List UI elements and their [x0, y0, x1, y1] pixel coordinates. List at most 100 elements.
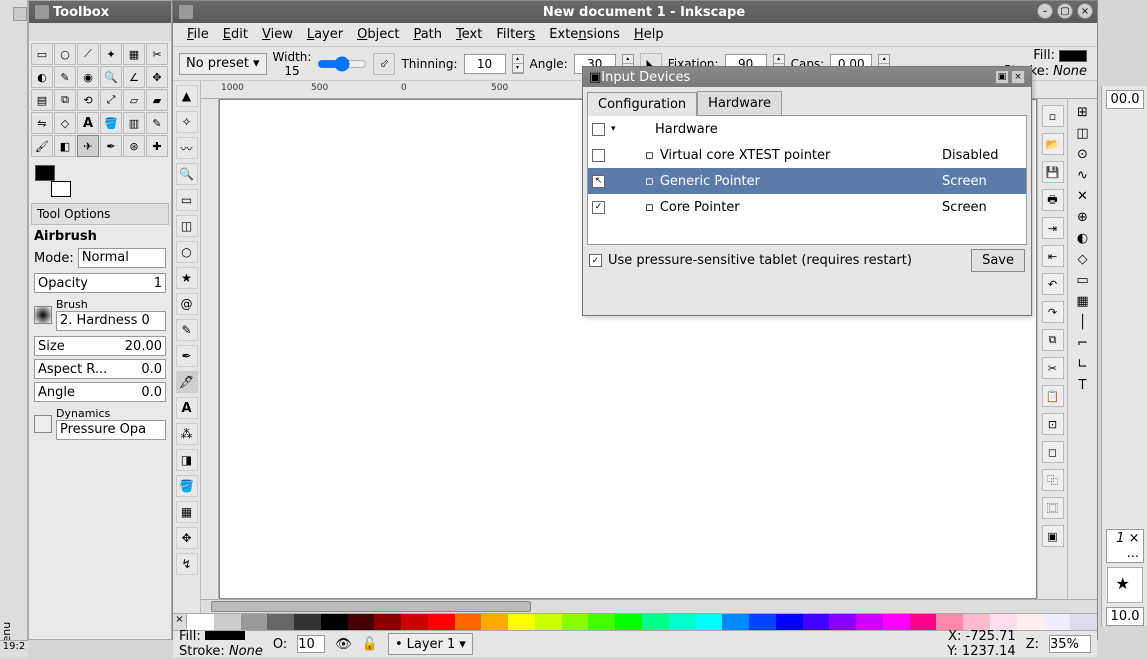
- status-stroke-value[interactable]: None: [229, 644, 263, 659]
- tool-text[interactable]: A: [176, 397, 198, 419]
- tool-options-header[interactable]: Tool Options: [31, 203, 169, 225]
- menu-path[interactable]: Path: [407, 25, 448, 44]
- tool-scissors[interactable]: ✂: [146, 43, 168, 65]
- device-row[interactable]: ✓ ▫ Core Pointer Screen: [588, 194, 1026, 220]
- tool-rect-select[interactable]: ▭: [31, 43, 53, 65]
- swatch[interactable]: [562, 614, 589, 630]
- menu-help[interactable]: Help: [628, 25, 670, 44]
- stroke-value[interactable]: None: [1053, 64, 1087, 79]
- tool-color-picker[interactable]: ◉: [77, 66, 99, 88]
- cmd-zoomfit-icon[interactable]: ⊡: [1042, 413, 1064, 435]
- layer-lock-icon[interactable]: 🔓: [362, 637, 378, 652]
- thinning-spinner[interactable]: ▴▾: [512, 54, 524, 74]
- tool-color-select[interactable]: ▦: [123, 43, 145, 65]
- swatch[interactable]: [455, 614, 482, 630]
- swatch[interactable]: [856, 614, 883, 630]
- swatch[interactable]: [214, 614, 241, 630]
- snap-intersect-icon[interactable]: ✕: [1077, 189, 1088, 204]
- device-mode[interactable]: Disabled: [942, 148, 1022, 163]
- cmd-clone-icon[interactable]: ⿴: [1042, 497, 1064, 519]
- swatch[interactable]: [241, 614, 268, 630]
- tool-node[interactable]: ✧: [176, 111, 198, 133]
- cmd-export-icon[interactable]: ⇤: [1042, 245, 1064, 267]
- width-slider[interactable]: [317, 54, 367, 74]
- swatch[interactable]: [963, 614, 990, 630]
- menu-filters[interactable]: Filters: [490, 25, 541, 44]
- tool-dropper[interactable]: ✥: [176, 527, 198, 549]
- minimize-button[interactable]: –: [1037, 3, 1053, 19]
- snap-corner-icon[interactable]: ∟: [1077, 357, 1088, 372]
- preset-dropdown[interactable]: No preset▾: [179, 53, 267, 75]
- tool-clone[interactable]: ⊛: [123, 135, 145, 157]
- tool-paintbrush[interactable]: 🖌: [31, 135, 53, 157]
- tool-align[interactable]: ▤: [31, 89, 53, 111]
- swatch[interactable]: [374, 614, 401, 630]
- pressure-toggle-icon[interactable]: ⬃: [373, 53, 395, 75]
- save-button[interactable]: Save: [971, 249, 1025, 272]
- taskbar-icon[interactable]: [13, 7, 27, 21]
- cmd-new-icon[interactable]: ▫: [1042, 105, 1064, 127]
- pressure-checkbox[interactable]: ✓: [589, 254, 602, 267]
- menu-view[interactable]: View: [256, 25, 299, 44]
- swatch[interactable]: [1070, 614, 1097, 630]
- tool-heal[interactable]: ✚: [146, 135, 168, 157]
- device-checkbox[interactable]: ✓: [592, 201, 605, 214]
- snap-center-icon[interactable]: ⊕: [1077, 210, 1088, 225]
- snap-grid-icon[interactable]: ▦: [1076, 294, 1088, 309]
- swatch[interactable]: [749, 614, 776, 630]
- snap-node-icon[interactable]: ⊙: [1077, 147, 1088, 162]
- snap-midpoint-icon[interactable]: ◐: [1077, 231, 1088, 246]
- swatch[interactable]: [722, 614, 749, 630]
- swatch[interactable]: [508, 614, 535, 630]
- swatch[interactable]: [1044, 614, 1071, 630]
- tab-hardware[interactable]: Hardware: [697, 91, 782, 115]
- status-zoom-input[interactable]: [1049, 635, 1091, 653]
- cmd-zoompage-icon[interactable]: ◻: [1042, 441, 1064, 463]
- tool-calligraphy[interactable]: 🖋: [176, 371, 198, 393]
- aspect-value[interactable]: 0.0: [141, 362, 162, 377]
- tab-configuration[interactable]: Configuration: [587, 92, 697, 116]
- cmd-redo-icon[interactable]: ↷: [1042, 301, 1064, 323]
- tool-selector[interactable]: ▲: [176, 85, 198, 107]
- tool-eraser[interactable]: ◨: [176, 449, 198, 471]
- mode-select[interactable]: Normal: [78, 248, 166, 268]
- tool-gradient[interactable]: ▦: [176, 501, 198, 523]
- tool-zoom[interactable]: 🔍: [100, 66, 122, 88]
- swatch[interactable]: [187, 614, 214, 630]
- snap-page-icon[interactable]: ▭: [1076, 273, 1088, 288]
- menu-file[interactable]: File: [181, 25, 215, 44]
- layer-dropdown[interactable]: •Layer 1 ▾: [388, 633, 473, 655]
- snap-object-icon[interactable]: ◇: [1078, 252, 1088, 267]
- tree-header-row[interactable]: ▾ Hardware: [588, 116, 1026, 142]
- swatch[interactable]: [910, 614, 937, 630]
- swatch[interactable]: [267, 614, 294, 630]
- fg-color[interactable]: [35, 165, 55, 181]
- swatch[interactable]: [883, 614, 910, 630]
- tool-star[interactable]: ★: [176, 267, 198, 289]
- cmd-group-icon[interactable]: ▣: [1042, 525, 1064, 547]
- device-checkbox[interactable]: ↖: [592, 175, 605, 188]
- tool-text[interactable]: A: [77, 112, 99, 134]
- dialog-detach-icon[interactable]: ▣: [995, 70, 1009, 84]
- tool-ellipse-select[interactable]: ○: [54, 43, 76, 65]
- menu-text[interactable]: Text: [450, 25, 488, 44]
- cmd-cut-icon[interactable]: ✂: [1042, 357, 1064, 379]
- tool-blend[interactable]: ▥: [123, 112, 145, 134]
- inkscape-titlebar[interactable]: New document 1 - Inkscape – ▢ ×: [173, 1, 1097, 23]
- snap-enable-icon[interactable]: ⊞: [1077, 105, 1088, 120]
- menu-object[interactable]: Object: [351, 25, 405, 44]
- tool-fuzzy-select[interactable]: ✦: [100, 43, 122, 65]
- canvas-hscrollbar[interactable]: [201, 599, 1097, 613]
- tool-pencil[interactable]: ✎: [146, 112, 168, 134]
- navigator-preview[interactable]: ★: [1107, 567, 1143, 603]
- tool-shear[interactable]: ▱: [123, 89, 145, 111]
- taskbar-menu[interactable]: Menu: [0, 10, 13, 652]
- thinning-input[interactable]: [464, 54, 506, 74]
- layer-visible-icon[interactable]: 👁: [335, 637, 352, 652]
- swatch[interactable]: [348, 614, 375, 630]
- device-row[interactable]: ▫ Virtual core XTEST pointer Disabled: [588, 142, 1026, 168]
- tool-paths[interactable]: ✎: [54, 66, 76, 88]
- swatch[interactable]: [669, 614, 696, 630]
- dialog-titlebar[interactable]: ▣ Input Devices ▣ ×: [583, 67, 1031, 87]
- tool-zoom[interactable]: 🔍: [176, 163, 198, 185]
